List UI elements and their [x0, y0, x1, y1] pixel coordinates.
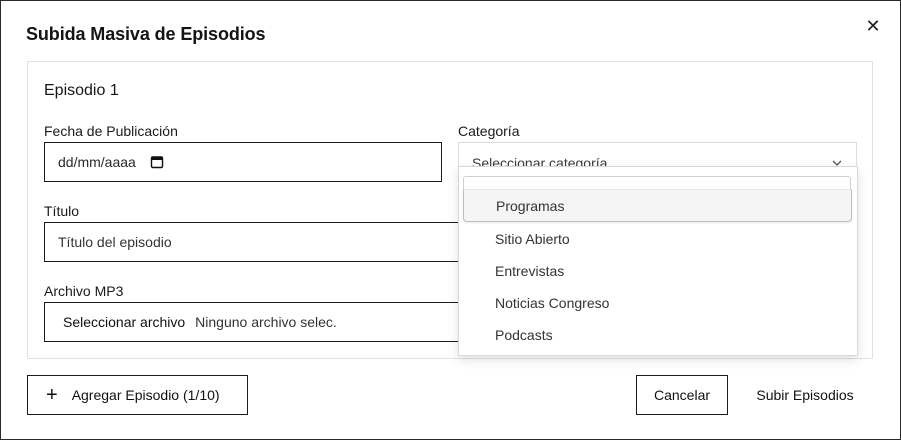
dropdown-option-podcasts[interactable]: Podcasts [459, 319, 857, 351]
calendar-icon[interactable] [150, 155, 164, 169]
date-label: Fecha de Publicación [44, 123, 178, 139]
title-placeholder: Título del episodio [58, 234, 172, 250]
upload-modal: Subida Masiva de Episodios ✕ Episodio 1 … [0, 0, 901, 440]
dropdown-option-entrevistas[interactable]: Entrevistas [459, 255, 857, 287]
dropdown-option-noticias-congreso[interactable]: Noticias Congreso [459, 287, 857, 319]
add-episode-label: Agregar Episodio (1/10) [71, 387, 220, 403]
date-placeholder: dd/mm/aaaa [58, 154, 136, 170]
category-label: Categoría [458, 123, 520, 139]
episode-title: Episodio 1 [44, 82, 119, 99]
modal-title: Subida Masiva de Episodios [26, 24, 266, 44]
title-input[interactable]: Título del episodio [44, 222, 474, 262]
add-episode-button[interactable]: + Agregar Episodio (1/10) [27, 375, 248, 415]
dropdown-option-programas[interactable]: Programas [463, 189, 852, 222]
file-status: Ninguno archivo selec. [195, 314, 337, 330]
plus-icon: + [46, 384, 58, 406]
cancel-button[interactable]: Cancelar [636, 375, 728, 415]
dropdown-option-sitio-abierto[interactable]: Sitio Abierto [459, 223, 857, 255]
choose-file-button[interactable]: Seleccionar archivo [63, 314, 185, 330]
submit-episodes-button[interactable]: Subir Episodios [742, 375, 868, 415]
file-label: Archivo MP3 [44, 283, 124, 299]
file-input[interactable]: Seleccionar archivo Ninguno archivo sele… [44, 302, 474, 342]
dropdown-search-field[interactable] [463, 176, 851, 190]
category-dropdown: Programas Sitio Abierto Entrevistas Noti… [458, 166, 858, 356]
close-icon[interactable]: ✕ [863, 16, 883, 36]
date-field[interactable]: dd/mm/aaaa [44, 142, 442, 182]
title-label: Título [44, 203, 80, 219]
